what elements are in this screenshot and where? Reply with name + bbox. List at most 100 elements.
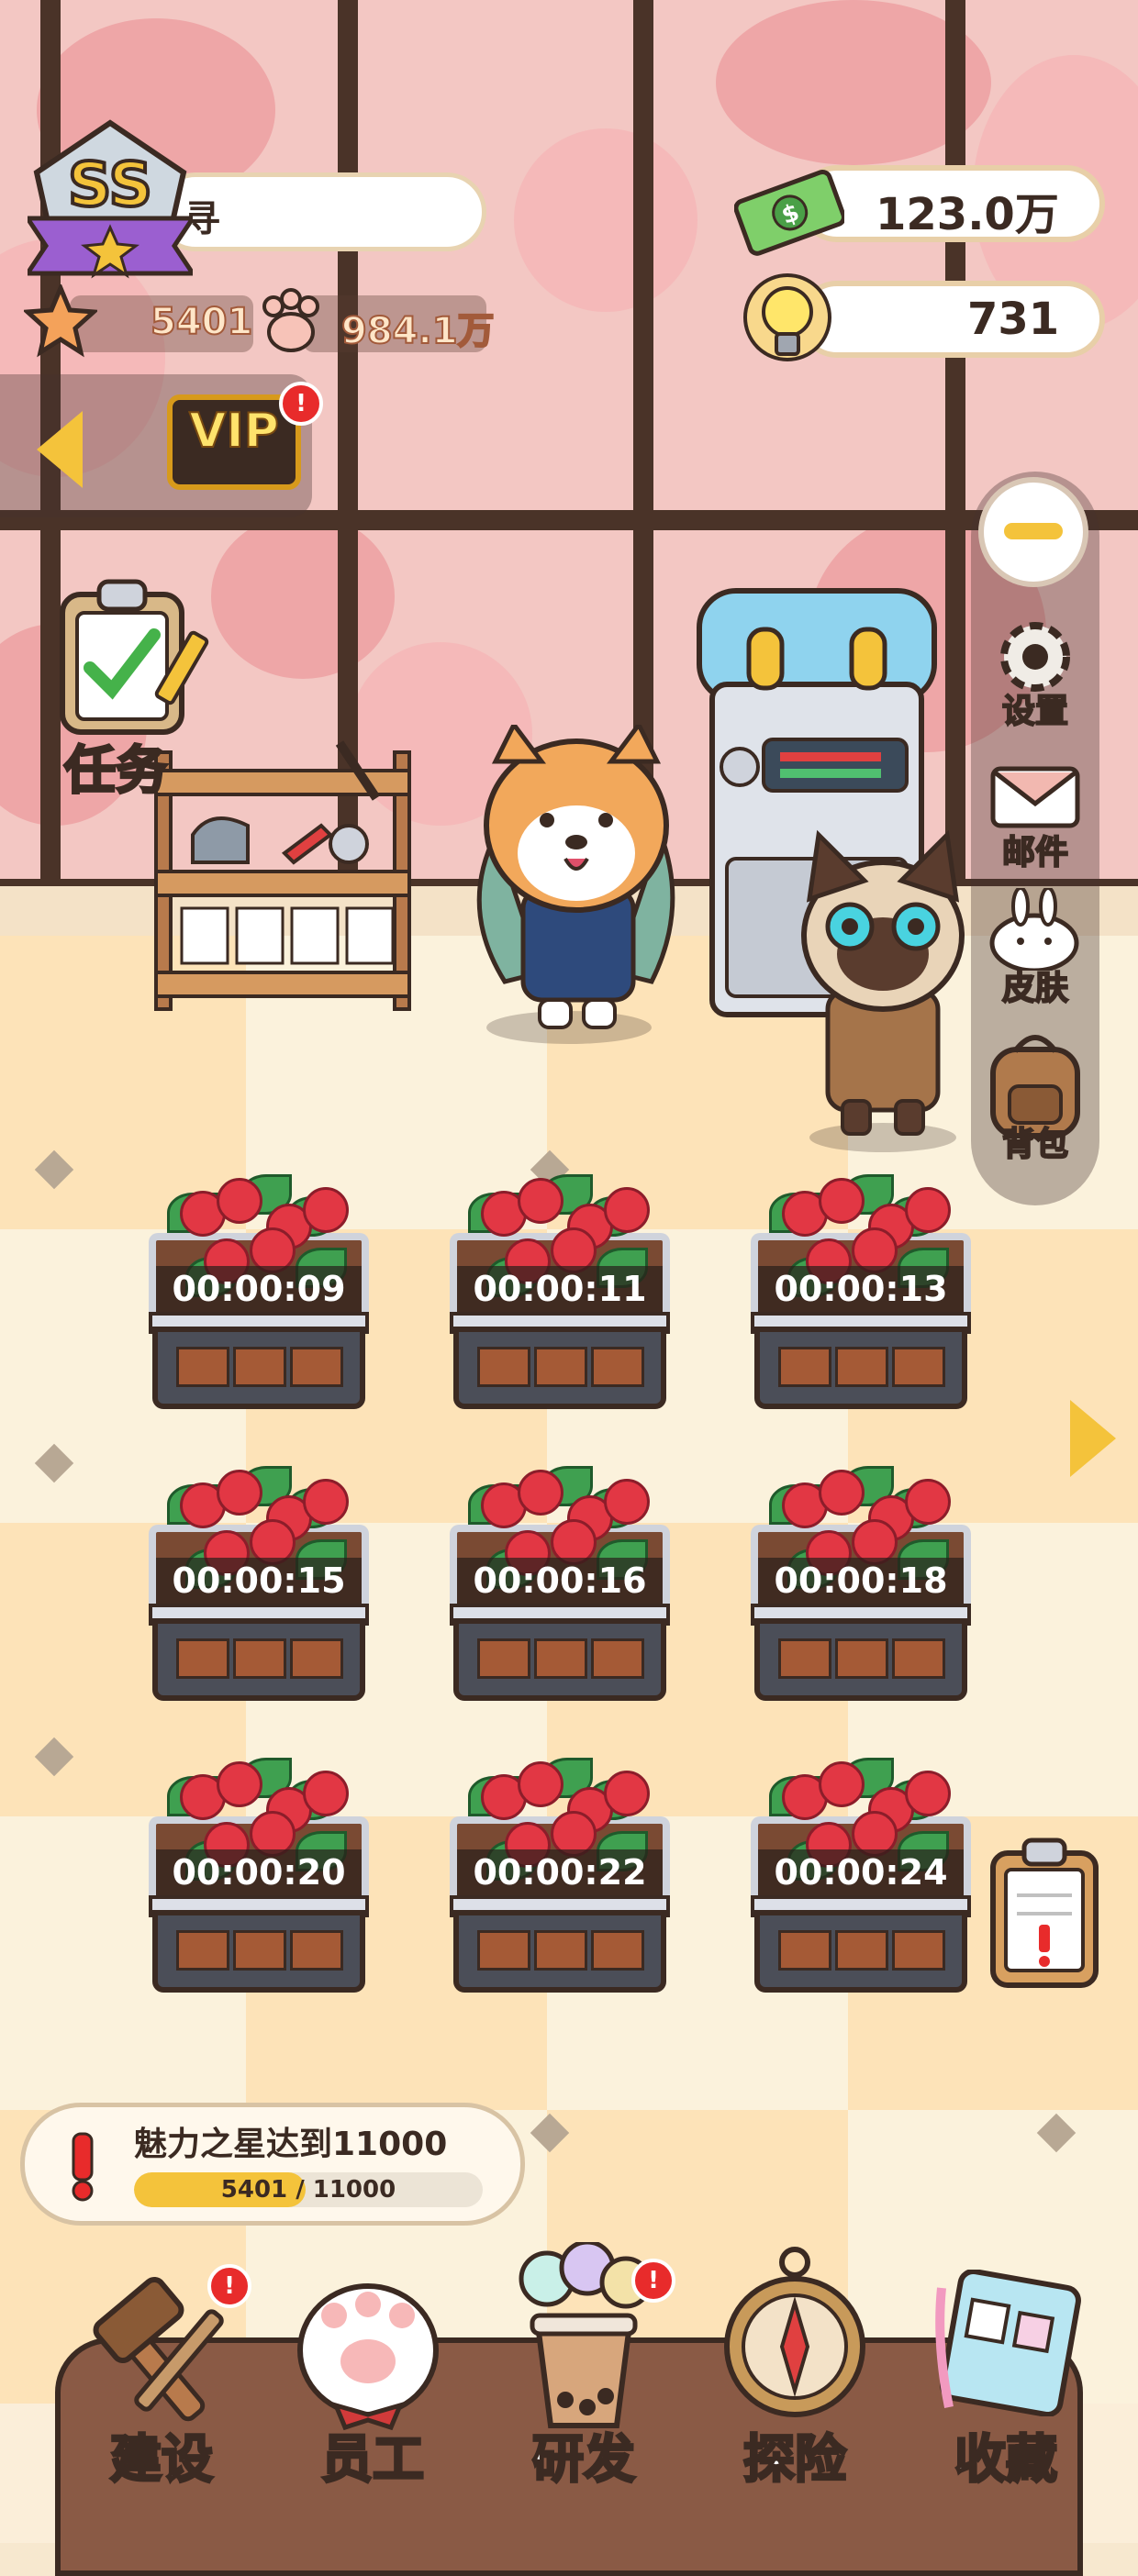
left-arrow-icon[interactable] (37, 411, 83, 488)
star-icon (24, 284, 97, 358)
planter-slat (290, 1930, 343, 1971)
raspberry-icon (819, 1761, 865, 1807)
planter[interactable]: 00:00:15 (149, 1466, 369, 1704)
nav-build-badge: ! (207, 2264, 251, 2308)
planter[interactable]: 00:00:13 (751, 1174, 971, 1413)
order-clipboard-icon[interactable] (987, 1835, 1103, 1991)
album-icon[interactable] (932, 2270, 1083, 2416)
compass-icon[interactable] (721, 2244, 868, 2427)
goal-progress-text: 5401 / 11000 (134, 2172, 483, 2207)
planter-slat (290, 1638, 343, 1679)
planter-slat (778, 1347, 831, 1387)
nav-collection-label[interactable]: 收藏 (914, 2418, 1098, 2493)
planter-slat (477, 1638, 530, 1679)
planter-slat (591, 1930, 644, 1971)
raspberry-icon (604, 1479, 650, 1525)
lightbulb-icon (743, 273, 831, 361)
planter-slat (290, 1347, 343, 1387)
goal-separator: / (287, 2176, 313, 2204)
exclamation-icon (72, 2132, 94, 2202)
planter-slat (534, 1930, 587, 1971)
shiba-dog-character[interactable] (459, 725, 697, 1046)
mail-label[interactable]: 邮件 (971, 826, 1099, 873)
raspberry-icon (518, 1761, 563, 1807)
growth-timer: 00:00:20 (156, 1849, 362, 1895)
paw-icon[interactable] (290, 2259, 446, 2433)
cash-icon: $ (734, 169, 844, 256)
raspberry-icon (303, 1187, 349, 1233)
planter-slat (835, 1638, 888, 1679)
growth-timer: 00:00:24 (758, 1849, 964, 1895)
siamese-cat-character[interactable] (791, 826, 975, 1156)
planter-slat (778, 1930, 831, 1971)
planter-slat (534, 1638, 587, 1679)
planter[interactable]: 00:00:20 (149, 1758, 369, 1996)
tool-shelf[interactable] (138, 734, 431, 1018)
right-arrow-icon[interactable] (1070, 1400, 1116, 1477)
planter-slat (176, 1347, 229, 1387)
raspberry-icon (905, 1479, 951, 1525)
nav-research-label[interactable]: 研发 (492, 2418, 675, 2493)
planter-slat (477, 1347, 530, 1387)
growth-timer: 00:00:15 (156, 1558, 362, 1604)
goal-title: 魅力之星达到11000 (134, 2126, 448, 2163)
raspberry-icon (604, 1187, 650, 1233)
raspberry-icon (518, 1178, 563, 1224)
planter[interactable]: 00:00:09 (149, 1174, 369, 1413)
planter-slat (233, 1930, 286, 1971)
growth-timer: 00:00:11 (457, 1266, 663, 1312)
raspberry-icon (905, 1771, 951, 1816)
star-points-value: 5401 (150, 300, 253, 344)
planter[interactable]: 00:00:18 (751, 1466, 971, 1704)
planter[interactable]: 00:00:24 (751, 1758, 971, 1996)
growth-timer: 00:00:13 (758, 1266, 964, 1312)
planter-slat (778, 1638, 831, 1679)
planter-slat (892, 1347, 945, 1387)
raspberry-icon (217, 1178, 262, 1224)
planter[interactable]: 00:00:11 (450, 1174, 670, 1413)
rank-text: SS (68, 150, 152, 220)
planter[interactable]: 00:00:22 (450, 1758, 670, 1996)
raspberry-icon (303, 1771, 349, 1816)
vip-alert-badge: ! (279, 382, 323, 426)
planter-slat (892, 1638, 945, 1679)
planter-slat (892, 1930, 945, 1971)
planter-slat (835, 1347, 888, 1387)
planter-slat (176, 1638, 229, 1679)
planter-slat (835, 1930, 888, 1971)
nav-staff-label[interactable]: 员工 (281, 2418, 464, 2493)
paw-fans-icon (262, 288, 319, 352)
skin-label[interactable]: 皮肤 (971, 961, 1099, 1009)
raspberry-icon (905, 1187, 951, 1233)
nav-build-label[interactable]: 建设 (70, 2418, 253, 2493)
bunny-skin-icon[interactable] (984, 888, 1085, 971)
raspberry-icon (518, 1470, 563, 1516)
raspberry-icon (819, 1470, 865, 1516)
ideas-value: 731 (967, 294, 1060, 345)
goal-target: 11000 (312, 2176, 396, 2204)
planter-slat (233, 1347, 286, 1387)
planter-slat (477, 1930, 530, 1971)
cash-value: 123.0万 (876, 189, 1059, 240)
goal-current: 5401 (220, 2176, 288, 2204)
fans-value: 984.1万 (340, 309, 496, 353)
growth-timer: 00:00:18 (758, 1558, 964, 1604)
raspberry-icon (303, 1479, 349, 1525)
rank-badge-icon[interactable]: SS (28, 117, 193, 283)
planter[interactable]: 00:00:16 (450, 1466, 670, 1704)
growth-timer: 00:00:16 (457, 1558, 663, 1604)
backpack-label[interactable]: 背包 (971, 1117, 1099, 1165)
planter-slat (176, 1930, 229, 1971)
raspberry-icon (217, 1470, 262, 1516)
planter-slat (233, 1638, 286, 1679)
nav-research-badge: ! (631, 2259, 675, 2303)
task-clipboard-icon[interactable] (53, 576, 209, 741)
settings-label[interactable]: 设置 (971, 684, 1099, 732)
mail-icon[interactable] (987, 760, 1083, 833)
raspberry-icon (819, 1178, 865, 1224)
planter-slat (591, 1347, 644, 1387)
nav-explore-label[interactable]: 探险 (703, 2418, 887, 2493)
task-label[interactable]: 任务 (63, 729, 169, 804)
planter-slat (591, 1638, 644, 1679)
raspberry-icon (604, 1771, 650, 1816)
